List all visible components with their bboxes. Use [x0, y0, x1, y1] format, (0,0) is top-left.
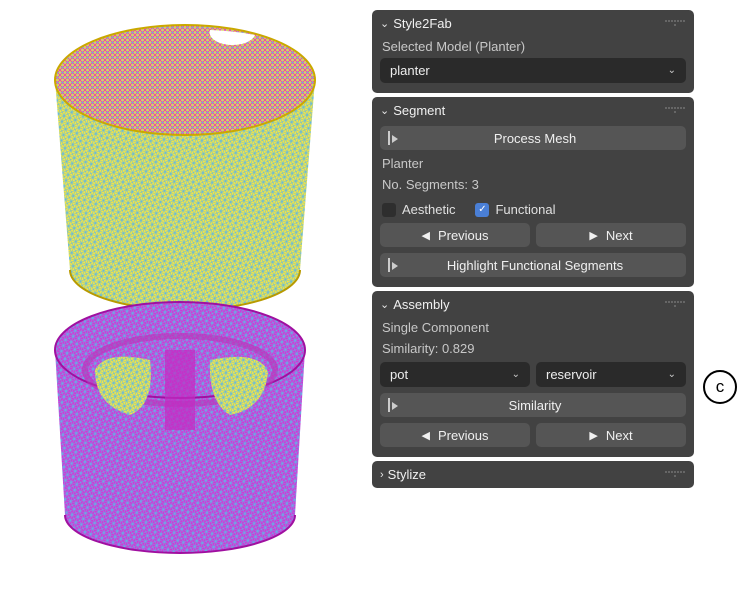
style2fab-header[interactable]: ⌄ Style2Fab: [380, 16, 686, 31]
assembly-header[interactable]: ⌄ Assembly: [380, 297, 686, 312]
segment-type-checkboxes: Aesthetic Functional: [382, 202, 686, 217]
process-mesh-label: Process Mesh: [392, 131, 678, 146]
aesthetic-checkbox[interactable]: Aesthetic: [382, 202, 455, 217]
segment-panel: ⌄ Segment Process Mesh Planter No. Segme…: [372, 97, 694, 287]
drag-handle-icon[interactable]: [664, 107, 686, 115]
next-label: Next: [606, 428, 633, 443]
panel-title: Segment: [393, 103, 660, 118]
segments-count-label: No. Segments: 3: [382, 177, 686, 192]
panel-title: Style2Fab: [393, 16, 660, 31]
highlight-label: Highlight Functional Segments: [392, 258, 678, 273]
assembly-select-a[interactable]: pot ⌄: [380, 362, 530, 387]
similarity-btn-label: Similarity: [392, 398, 678, 413]
process-icon: [388, 131, 402, 145]
process-icon: [388, 398, 402, 412]
triangle-right-icon: ▶: [589, 429, 597, 442]
caret-down-icon: ⌄: [668, 65, 676, 76]
panel-title: Assembly: [393, 297, 660, 312]
highlight-functional-button[interactable]: Highlight Functional Segments: [380, 253, 686, 277]
prev-label: Previous: [438, 428, 489, 443]
chevron-down-icon: ⌄: [380, 298, 389, 311]
selected-model-label: Selected Model (Planter): [382, 39, 686, 54]
selected-model-value: planter: [390, 63, 430, 78]
checkbox-box-checked: [475, 203, 489, 217]
style2fab-panel: ⌄ Style2Fab Selected Model (Planter) pla…: [372, 10, 694, 93]
panel-title: Stylize: [388, 467, 660, 482]
drag-handle-icon[interactable]: [664, 20, 686, 28]
previous-segment-button[interactable]: ◀ Previous: [380, 223, 530, 247]
stylize-panel: › Stylize: [372, 461, 694, 488]
caret-down-icon: ⌄: [512, 369, 520, 380]
triangle-left-icon: ◀: [421, 429, 429, 442]
next-label: Next: [606, 228, 633, 243]
next-assembly-button[interactable]: ▶ Next: [536, 423, 686, 447]
checkbox-box: [382, 203, 396, 217]
next-segment-button[interactable]: ▶ Next: [536, 223, 686, 247]
chevron-right-icon: ›: [380, 469, 384, 481]
chevron-down-icon: ⌄: [380, 17, 389, 30]
assembly-select-b[interactable]: reservoir ⌄: [536, 362, 686, 387]
functional-label: Functional: [495, 202, 555, 217]
select-a-value: pot: [390, 367, 408, 382]
drag-handle-icon[interactable]: [664, 471, 686, 479]
previous-assembly-button[interactable]: ◀ Previous: [380, 423, 530, 447]
chevron-down-icon: ⌄: [380, 104, 389, 117]
figure-label-c: c: [703, 370, 737, 404]
triangle-right-icon: ▶: [589, 229, 597, 242]
3d-viewport[interactable]: [10, 10, 360, 570]
properties-panel-stack: ⌄ Style2Fab Selected Model (Planter) pla…: [372, 10, 694, 488]
model-name-label: Planter: [382, 156, 686, 171]
process-icon: [388, 258, 402, 272]
similarity-value-label: Similarity: 0.829: [382, 341, 686, 356]
caret-down-icon: ⌄: [668, 369, 676, 380]
triangle-left-icon: ◀: [421, 229, 429, 242]
select-b-value: reservoir: [546, 367, 597, 382]
segment-header[interactable]: ⌄ Segment: [380, 103, 686, 118]
similarity-button[interactable]: Similarity: [380, 393, 686, 417]
stylize-header[interactable]: › Stylize: [380, 467, 686, 482]
assembly-panel: ⌄ Assembly Single Component Similarity: …: [372, 291, 694, 457]
aesthetic-label: Aesthetic: [402, 202, 455, 217]
figure-label-text: c: [716, 377, 725, 397]
selected-model-dropdown[interactable]: planter ⌄: [380, 58, 686, 83]
process-mesh-button[interactable]: Process Mesh: [380, 126, 686, 150]
drag-handle-icon[interactable]: [664, 301, 686, 309]
component-label: Single Component: [382, 320, 686, 335]
prev-label: Previous: [438, 228, 489, 243]
mesh-render-svg: [10, 10, 360, 570]
functional-checkbox[interactable]: Functional: [475, 202, 555, 217]
